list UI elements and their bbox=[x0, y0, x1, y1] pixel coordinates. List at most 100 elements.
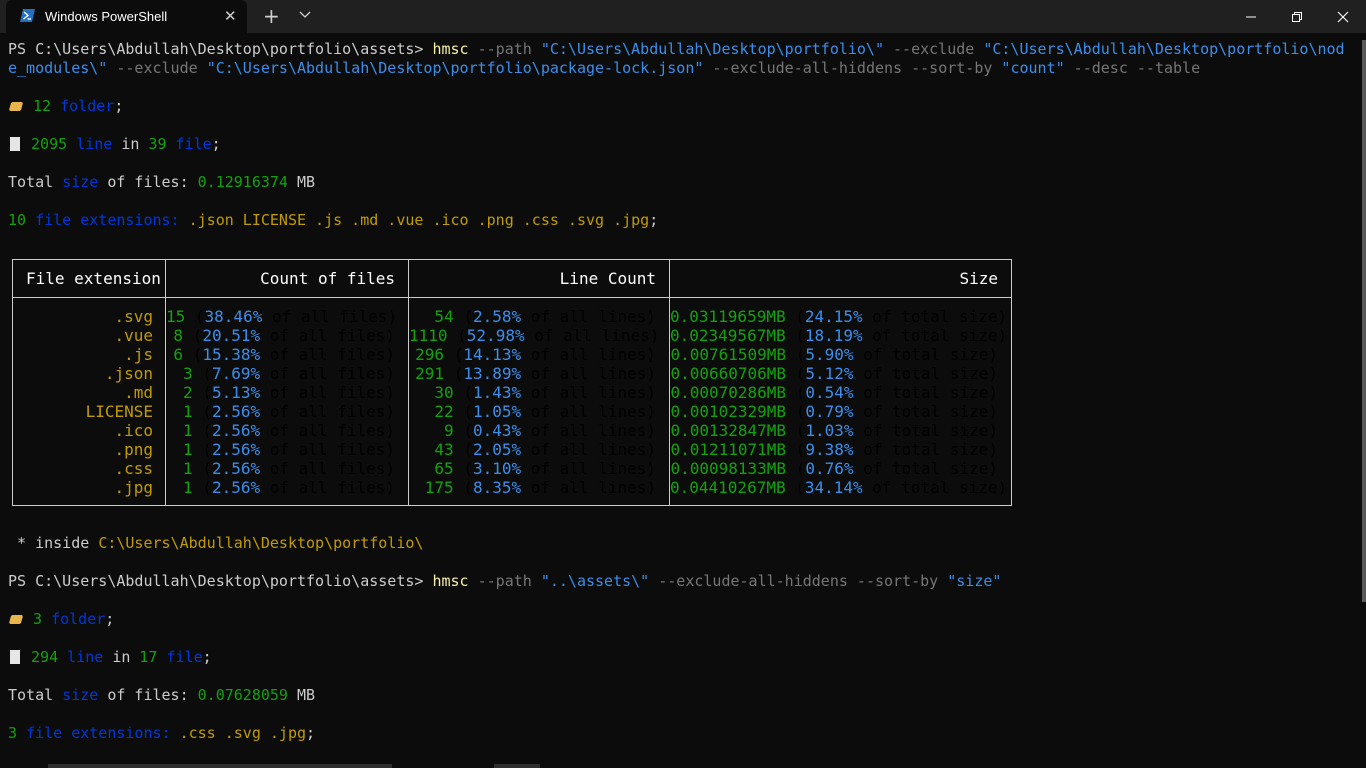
of-all-files-label: of all files) bbox=[269, 345, 395, 364]
of-total-size-label: of total size) bbox=[863, 402, 998, 421]
file-extension-table: File extension Count of files Line Count… bbox=[12, 259, 1012, 506]
total-size-line: Total size of files: 0.12916374 MB bbox=[8, 173, 315, 192]
of-all-lines-label: of all lines) bbox=[534, 326, 660, 345]
size-percent: 5.12% bbox=[805, 364, 854, 383]
prompt: PS C:\Users\Abdullah\Desktop\portfolio\a… bbox=[8, 40, 424, 58]
size-percent: 1.03% bbox=[805, 421, 854, 440]
document-icon bbox=[10, 650, 20, 664]
table-cell-count: 1 (2.56% of all files) bbox=[183, 421, 395, 440]
scroll-indicator bbox=[48, 764, 392, 768]
size-word: size bbox=[62, 173, 99, 191]
folder-count: 3 bbox=[33, 610, 43, 628]
file-count: 39 bbox=[148, 135, 167, 153]
in-word: in bbox=[112, 648, 131, 666]
minimize-icon bbox=[1246, 16, 1256, 17]
extensions-label: file extensions: bbox=[26, 724, 171, 742]
scroll-indicator bbox=[494, 764, 540, 768]
of-files-label: of files: bbox=[107, 686, 189, 704]
size-value: 0.04410267MB bbox=[670, 478, 786, 497]
close-button[interactable] bbox=[1320, 0, 1366, 33]
tab-close-icon[interactable]: ✕ bbox=[224, 7, 237, 25]
folder-word: folder bbox=[51, 610, 106, 628]
line-count: 291 bbox=[415, 364, 445, 383]
table-cell-extension: .jpg bbox=[13, 478, 153, 497]
header-file-extension: File extension bbox=[26, 269, 161, 288]
table-cell-lines: 30 (1.43% of all lines) bbox=[434, 383, 656, 402]
table-cell-extension: .png bbox=[13, 440, 153, 459]
table-cell-size: 0.00132847MB (1.03% of total size) bbox=[670, 421, 998, 440]
param: --desc --table bbox=[1073, 59, 1201, 77]
table-cell-extension: .md bbox=[13, 383, 153, 402]
size-value: 0.03119659MB bbox=[670, 307, 786, 326]
file-count: 15 bbox=[166, 307, 186, 326]
file-count: 3 bbox=[183, 364, 193, 383]
in-word: in bbox=[121, 135, 140, 153]
inside-path: C:\Users\Abdullah\Desktop\portfolio\ bbox=[98, 534, 424, 552]
file-percent: 20.51% bbox=[202, 326, 261, 345]
table-cell-count: 3 (7.69% of all files) bbox=[183, 364, 395, 383]
table-cell-extension: LICENSE bbox=[13, 402, 153, 421]
line-percent: 3.10% bbox=[472, 459, 522, 478]
param-value: "C:\Users\Abdullah\Desktop\portfolio\" bbox=[540, 40, 884, 58]
of-all-files-label: of all files) bbox=[269, 402, 395, 421]
extension-name: .md bbox=[124, 383, 153, 402]
total-size-unit: MB bbox=[297, 173, 316, 191]
of-all-files-label: of all files) bbox=[269, 326, 395, 345]
size-value: 0.00070286MB bbox=[670, 383, 787, 402]
file-percent: 2.56% bbox=[211, 459, 261, 478]
of-all-lines-label: of all lines) bbox=[530, 421, 656, 440]
line-count: 9 bbox=[444, 421, 454, 440]
new-tab-icon[interactable]: + bbox=[263, 4, 280, 28]
file-percent: 2.56% bbox=[211, 402, 261, 421]
line-percent: 13.89% bbox=[463, 364, 522, 383]
size-percent: 9.38% bbox=[805, 440, 854, 459]
table-cell-size: 0.00102329MB (0.79% of total size) bbox=[670, 402, 998, 421]
vertical-scrollbar[interactable] bbox=[1362, 40, 1366, 602]
file-word: file bbox=[166, 648, 203, 666]
of-files-label: of files: bbox=[107, 173, 189, 191]
size-percent: 0.54% bbox=[805, 383, 854, 402]
chevron-down-icon[interactable] bbox=[298, 6, 312, 24]
table-cell-size: 0.00660706MB (5.12% of total size) bbox=[670, 364, 998, 383]
size-percent: 34.14% bbox=[804, 478, 863, 497]
param: --path bbox=[477, 40, 532, 58]
line-count: 65 bbox=[434, 459, 454, 478]
extension-count: 3 bbox=[8, 724, 18, 742]
line-word: line bbox=[67, 648, 104, 666]
of-total-size-label: of total size) bbox=[863, 440, 998, 459]
file-percent: 38.46% bbox=[204, 307, 263, 326]
table-cell-count: 15 (38.46% of all files) bbox=[166, 307, 398, 326]
of-all-lines-label: of all lines) bbox=[530, 383, 656, 402]
of-all-files-label: of all files) bbox=[269, 459, 395, 478]
size-percent: 5.90% bbox=[805, 345, 854, 364]
star-icon: * bbox=[17, 534, 27, 552]
line-count: 54 bbox=[434, 307, 454, 326]
file-count: 1 bbox=[183, 402, 193, 421]
param-value: "..\assets\" bbox=[540, 572, 650, 590]
table-cell-lines: 296 (14.13% of all lines) bbox=[415, 345, 656, 364]
table-cell-extension: .vue bbox=[13, 326, 153, 345]
line-count: 294 bbox=[31, 648, 59, 666]
size-value: 0.00132847MB bbox=[670, 421, 787, 440]
size-percent: 24.15% bbox=[804, 307, 863, 326]
folder-icon bbox=[8, 615, 24, 624]
param: --path bbox=[477, 572, 532, 590]
folder-count: 12 bbox=[33, 97, 52, 115]
extension-name: .js bbox=[124, 345, 153, 364]
of-all-files-label: of all files) bbox=[271, 307, 398, 326]
command-line-1: PS C:\Users\Abdullah\Desktop\portfolio\a… bbox=[8, 40, 1345, 59]
table-cell-extension: .css bbox=[13, 459, 153, 478]
line-percent: 2.05% bbox=[472, 440, 522, 459]
param: --exclude bbox=[893, 40, 975, 58]
prompt: PS C:\Users\Abdullah\Desktop\portfolio\a… bbox=[8, 572, 424, 590]
size-value: 0.00098133MB bbox=[670, 459, 787, 478]
tab-windows-powershell[interactable]: Windows PowerShell ✕ bbox=[6, 0, 247, 33]
total-size-value: 0.07628059 bbox=[197, 686, 288, 704]
restore-button[interactable] bbox=[1274, 0, 1320, 33]
file-percent: 2.56% bbox=[211, 440, 261, 459]
file-percent: 2.56% bbox=[211, 478, 261, 497]
of-total-size-label: of total size) bbox=[872, 326, 1008, 345]
param-value: "C:\Users\Abdullah\Desktop\portfolio\nod bbox=[983, 40, 1345, 58]
file-percent: 5.13% bbox=[211, 383, 261, 402]
minimize-button[interactable] bbox=[1228, 0, 1274, 33]
